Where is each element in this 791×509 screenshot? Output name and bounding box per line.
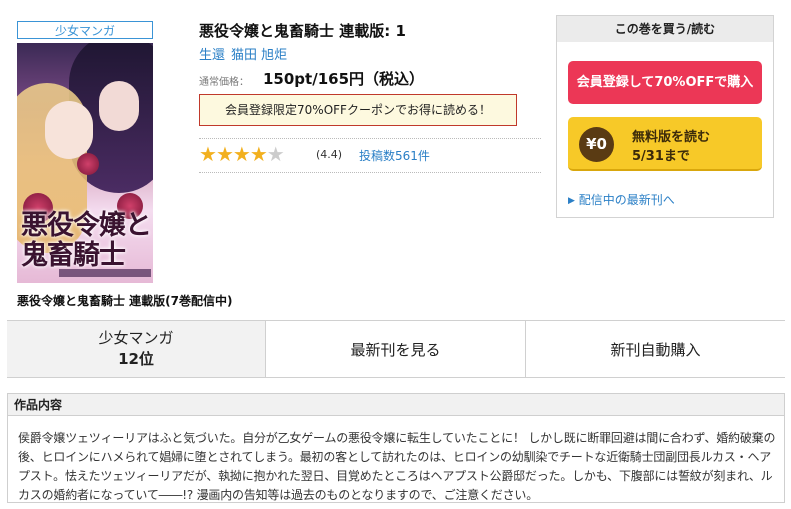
product-title: 悪役令嬢と鬼畜騎士 連載版: 1 bbox=[199, 22, 406, 40]
latest-volume-link[interactable]: ▶ 配信中の最新刊へ bbox=[568, 191, 675, 208]
latest-volume-label: 配信中の最新刊へ bbox=[578, 193, 675, 207]
genre-ranking-label: 少女マンガ bbox=[98, 329, 174, 347]
member-purchase-button[interactable]: 会員登録して70%OFFで購入 bbox=[568, 61, 762, 104]
free-read-deadline: 5/31まで bbox=[632, 149, 690, 164]
star-full-icon: ★ bbox=[232, 142, 251, 166]
description-text: 侯爵令嬢ツェツィーリアはふと気づいた。自分が乙女ゲームの悪役令嬢に転生していたこ… bbox=[18, 431, 776, 502]
cover-image[interactable]: 悪役令嬢と鬼畜騎士 bbox=[17, 43, 153, 283]
cover-title-art: 悪役令嬢と鬼畜騎士 bbox=[21, 210, 152, 271]
buy-box-header: この巻を買う/読む bbox=[557, 16, 773, 42]
tab-genre-ranking[interactable]: 少女マンガ 12位 bbox=[7, 321, 266, 377]
auto-purchase-tab-label: 新刊自動購入 bbox=[610, 341, 701, 359]
price-label: 通常価格： bbox=[199, 77, 249, 88]
free-read-button[interactable]: ¥0 無料版を読む 5/31まで bbox=[568, 117, 762, 171]
cover-art-face bbox=[99, 81, 139, 131]
star-full-icon: ★ bbox=[199, 142, 217, 166]
rose-icon bbox=[77, 153, 99, 175]
action-tab-row: 少女マンガ 12位 最新刊を見る 新刊自動購入 bbox=[7, 320, 785, 378]
tab-latest-volume[interactable]: 最新刊を見る bbox=[266, 321, 526, 377]
cover-credit-strip bbox=[59, 269, 151, 277]
genre-tag[interactable]: 少女マンガ bbox=[17, 21, 153, 39]
author-link[interactable]: 猫田 旭炬 bbox=[231, 48, 287, 63]
divider bbox=[199, 172, 541, 173]
genre-ranking-value: 12位 bbox=[118, 350, 154, 368]
free-read-label: 無料版を読む bbox=[632, 130, 711, 145]
rating-value: (4.4) bbox=[316, 148, 343, 161]
triangle-right-icon: ▶ bbox=[568, 196, 575, 206]
tab-auto-purchase[interactable]: 新刊自動購入 bbox=[526, 321, 785, 377]
cover-art-face bbox=[45, 101, 93, 159]
author-list: 生還 猫田 旭炬 bbox=[199, 44, 293, 63]
latest-volume-tab-label: 最新刊を見る bbox=[350, 341, 441, 359]
review-count-link[interactable]: 投稿数561件 bbox=[359, 147, 430, 164]
star-full-icon: ★ bbox=[215, 142, 234, 166]
description-heading: 作品内容 bbox=[8, 394, 784, 416]
star-full-icon: ★ bbox=[249, 142, 268, 166]
yen-zero-icon: ¥0 bbox=[579, 127, 614, 162]
series-caption: 悪役令嬢と鬼畜騎士 連載版(7巻配信中) bbox=[17, 294, 233, 308]
star-empty-icon: ★ bbox=[266, 142, 285, 166]
author-link[interactable]: 生還 bbox=[199, 48, 225, 63]
coupon-banner[interactable]: 会員登録限定70%OFFクーポンでお得に読める！ bbox=[199, 94, 517, 126]
star-rating: ★★★★★ bbox=[199, 142, 285, 166]
price: 150pt/165円（税込） bbox=[263, 70, 425, 88]
divider bbox=[199, 138, 541, 139]
